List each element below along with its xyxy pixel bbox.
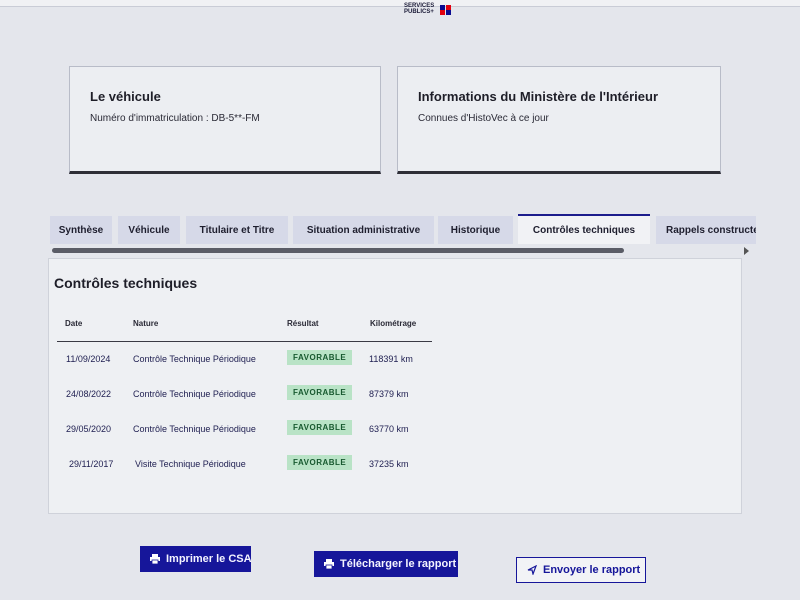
column-header-nature: Nature <box>133 319 159 328</box>
printer-icon <box>150 554 160 565</box>
row-mileage: 87379 km <box>369 389 409 399</box>
services-publics-logo: SERVICES PUBLICS+ <box>404 3 451 21</box>
status-badge: FAVORABLE <box>287 350 353 365</box>
ministry-card-title: Informations du Ministère de l'Intérieur <box>418 89 659 104</box>
row-date: 11/09/2024 <box>66 354 111 364</box>
row-date: 29/11/2017 <box>69 459 114 469</box>
tab-synthese[interactable]: Synthèse <box>50 216 112 244</box>
controles-panel: Contrôles techniques Date Nature Résulta… <box>48 258 742 514</box>
tab-rappels-constructeur[interactable]: Rappels constructeur <box>656 216 756 244</box>
row-date: 24/08/2022 <box>66 389 112 399</box>
row-nature: Contrôle Technique Périodique <box>133 354 256 364</box>
ministry-card: Informations du Ministère de l'Intérieur… <box>397 66 721 174</box>
download-report-label: Télécharger le rapport <box>340 558 457 570</box>
scrollbar-thumb[interactable] <box>52 248 624 253</box>
vehicle-card: Le véhicule Numéro d'immatriculation : D… <box>69 66 381 174</box>
printer-icon <box>324 559 334 570</box>
plate-number: Numéro d'immatriculation : DB-5**-FM <box>90 113 260 124</box>
tab-vehicule[interactable]: Véhicule <box>118 216 180 244</box>
table-row: 24/08/2022 Contrôle Technique Périodique… <box>49 384 743 406</box>
table-row: 29/11/2017 Visite Technique Périodique F… <box>49 454 743 476</box>
tab-bar: Synthèse Véhicule Titulaire et Titre Sit… <box>50 214 756 244</box>
row-nature: Contrôle Technique Périodique <box>133 424 256 434</box>
tab-historique[interactable]: Historique <box>438 216 513 244</box>
vehicle-card-title: Le véhicule <box>90 89 161 104</box>
tab-situation-administrative[interactable]: Situation administrative <box>293 216 434 244</box>
table-row: 11/09/2024 Contrôle Technique Périodique… <box>49 349 743 371</box>
logo-mark-icon <box>440 5 452 15</box>
print-csa-label: Imprimer le CSA <box>166 553 252 565</box>
ministry-card-subtitle: Connues d'HistoVec à ce jour <box>418 113 549 124</box>
logo-text-line2: PUBLICS+ <box>404 9 434 15</box>
row-mileage: 63770 km <box>369 424 409 434</box>
tab-scrollbar[interactable] <box>52 247 749 255</box>
download-report-button[interactable]: Télécharger le rapport <box>314 551 458 577</box>
column-header-result: Résultat <box>287 319 319 328</box>
tab-controles-techniques[interactable]: Contrôles techniques <box>518 214 650 244</box>
column-header-date: Date <box>65 319 83 328</box>
scroll-right-icon[interactable] <box>744 247 749 255</box>
column-header-mileage: Kilométrage <box>370 319 417 328</box>
table-header-divider <box>57 341 432 342</box>
send-report-button[interactable]: Envoyer le rapport <box>516 557 646 583</box>
status-badge: FAVORABLE <box>287 420 353 435</box>
row-mileage: 118391 km <box>369 354 413 364</box>
send-arrow-icon <box>527 564 538 577</box>
send-report-label: Envoyer le rapport <box>543 564 641 576</box>
row-nature: Contrôle Technique Périodique <box>133 389 256 399</box>
status-badge: FAVORABLE <box>287 455 353 470</box>
row-date: 29/05/2020 <box>66 424 112 434</box>
status-badge: FAVORABLE <box>287 385 353 400</box>
tab-titulaire[interactable]: Titulaire et Titre <box>186 216 288 244</box>
row-nature: Visite Technique Périodique <box>135 459 246 469</box>
browser-top-strip <box>0 0 800 7</box>
print-csa-button[interactable]: Imprimer le CSA <box>140 546 252 572</box>
row-mileage: 37235 km <box>369 459 409 469</box>
section-title: Contrôles techniques <box>54 275 198 291</box>
table-row: 29/05/2020 Contrôle Technique Périodique… <box>49 419 743 441</box>
